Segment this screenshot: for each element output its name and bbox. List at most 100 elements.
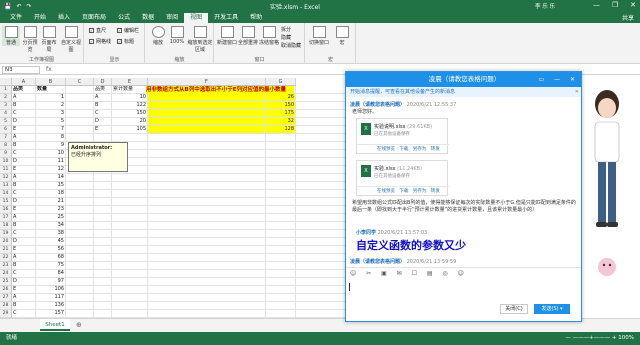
grid-cell[interactable] xyxy=(66,102,94,110)
grid-cell[interactable] xyxy=(148,270,266,278)
grid-cell[interactable]: 11 xyxy=(36,158,66,166)
grid-cell[interactable]: B xyxy=(12,262,36,270)
column-header[interactable]: C xyxy=(66,78,94,86)
grid-cell[interactable] xyxy=(66,270,94,278)
grid-cell[interactable] xyxy=(66,278,94,286)
grid-cell[interactable] xyxy=(296,206,346,214)
grid-cell[interactable] xyxy=(148,158,266,166)
grid-cell[interactable] xyxy=(266,134,296,142)
file-actions[interactable]: 在线预览 下载 另存为 转发 xyxy=(357,144,449,153)
grid-cell[interactable] xyxy=(296,94,346,102)
grid-cell[interactable] xyxy=(94,246,112,254)
split-button[interactable]: 拆分 xyxy=(281,26,291,33)
grid-cell[interactable] xyxy=(148,230,266,238)
sheet-tab[interactable]: Sheet1 xyxy=(40,319,70,331)
grid-cell[interactable] xyxy=(112,230,148,238)
grid-cell[interactable] xyxy=(66,262,94,270)
freeze-panes-button[interactable]: 冻结窗格 xyxy=(259,26,279,46)
grid-cell[interactable]: 26 xyxy=(266,94,296,102)
grid-cell[interactable] xyxy=(94,174,112,182)
add-sheet-icon[interactable]: ⊕ xyxy=(76,321,82,329)
grid-cell[interactable] xyxy=(148,102,266,110)
grid-cell[interactable] xyxy=(296,254,346,262)
grid-cell[interactable] xyxy=(148,94,266,102)
new-window-button[interactable]: 新建窗口 xyxy=(217,26,237,46)
grid-cell[interactable] xyxy=(112,206,148,214)
close-chat-button[interactable]: 关闭(C) xyxy=(500,304,528,314)
grid-cell[interactable]: 157 xyxy=(36,310,66,318)
grid-cell[interactable] xyxy=(266,182,296,190)
grid-cell[interactable] xyxy=(296,110,346,118)
row-header[interactable]: 18 xyxy=(0,222,12,230)
grid-cell[interactable] xyxy=(94,286,112,294)
grid-cell[interactable] xyxy=(94,198,112,206)
grid-cell[interactable]: A xyxy=(12,294,36,302)
fx-icon[interactable]: fx xyxy=(46,66,52,73)
grid-cell[interactable]: B xyxy=(12,102,36,110)
grid-cell[interactable] xyxy=(296,246,346,254)
grid-cell[interactable] xyxy=(94,230,112,238)
grid-cell[interactable]: 75 xyxy=(36,262,66,270)
grid-cell[interactable] xyxy=(266,150,296,158)
grid-cell[interactable]: 32 xyxy=(266,118,296,126)
grid-cell[interactable]: 7 xyxy=(36,126,66,134)
row-header[interactable]: 9 xyxy=(0,150,12,158)
grid-cell[interactable] xyxy=(296,190,346,198)
grid-cell[interactable] xyxy=(148,254,266,262)
grid-cell[interactable] xyxy=(148,214,266,222)
row-header[interactable]: 29 xyxy=(0,310,12,318)
grid-cell[interactable] xyxy=(266,270,296,278)
grid-cell[interactable] xyxy=(266,286,296,294)
close-tip-icon[interactable]: ✕ xyxy=(575,87,579,97)
hide-button[interactable]: 隐藏 xyxy=(281,34,291,41)
grid-cell[interactable] xyxy=(66,238,94,246)
grid-cell[interactable] xyxy=(266,206,296,214)
grid-cell[interactable] xyxy=(148,126,266,134)
grid-cell[interactable] xyxy=(112,174,148,182)
grid-cell[interactable] xyxy=(112,222,148,230)
grid-cell[interactable] xyxy=(148,110,266,118)
grid-cell[interactable]: B xyxy=(12,302,36,310)
row-header[interactable]: 19 xyxy=(0,230,12,238)
grid-cell[interactable]: 97 xyxy=(36,278,66,286)
maximize-button[interactable]: ❐ xyxy=(612,1,618,9)
grid-cell[interactable]: C xyxy=(12,110,36,118)
grid-cell[interactable]: C xyxy=(94,110,112,118)
save-icon[interactable]: 💾 xyxy=(4,3,11,10)
row-header[interactable]: 11 xyxy=(0,166,12,174)
grid-cell[interactable]: B xyxy=(12,142,36,150)
grid-cell[interactable] xyxy=(296,134,346,142)
grid-cell[interactable]: A xyxy=(12,174,36,182)
grid-cell[interactable]: D xyxy=(12,158,36,166)
grid-cell[interactable] xyxy=(266,302,296,310)
grid-cell[interactable]: D xyxy=(12,238,36,246)
grid-cell[interactable] xyxy=(94,206,112,214)
grid-cell[interactable] xyxy=(266,214,296,222)
row-header[interactable]: 13 xyxy=(0,182,12,190)
share-button[interactable]: 共享 xyxy=(622,13,634,22)
grid-cell[interactable]: 122 xyxy=(112,102,148,110)
grid-cell[interactable] xyxy=(296,142,346,150)
grid-cell[interactable] xyxy=(266,246,296,254)
grid-cell[interactable]: A xyxy=(94,94,112,102)
row-header[interactable]: 7 xyxy=(0,134,12,142)
grid-cell[interactable]: 68 xyxy=(36,254,66,262)
grid-cell[interactable]: 34 xyxy=(36,222,66,230)
grid-cell[interactable]: C xyxy=(12,270,36,278)
switch-windows-button[interactable]: 切换窗口 xyxy=(308,26,330,46)
grid-cell[interactable]: 5 xyxy=(36,118,66,126)
grid-cell[interactable] xyxy=(148,118,266,126)
grid-cell[interactable] xyxy=(266,174,296,182)
grid-cell[interactable]: D xyxy=(12,198,36,206)
grid-cell[interactable] xyxy=(148,142,266,150)
grid-cell[interactable]: 9 xyxy=(36,142,66,150)
grid-cell[interactable]: A xyxy=(12,214,36,222)
worksheet-grid[interactable]: 568D157C136B117A106E97D84C75B68A56E45D38… xyxy=(0,78,346,318)
grid-cell[interactable]: D xyxy=(12,118,36,126)
grid-cell[interactable] xyxy=(148,182,266,190)
grid-cell[interactable] xyxy=(112,286,148,294)
grid-cell[interactable]: 1 xyxy=(36,94,66,102)
grid-cell[interactable] xyxy=(296,86,346,94)
grid-cell[interactable] xyxy=(112,182,148,190)
chat-toolbar[interactable]: ☺ ✂ ▣ ✉ ☐ ▤ ◎ ☺ xyxy=(346,267,581,279)
